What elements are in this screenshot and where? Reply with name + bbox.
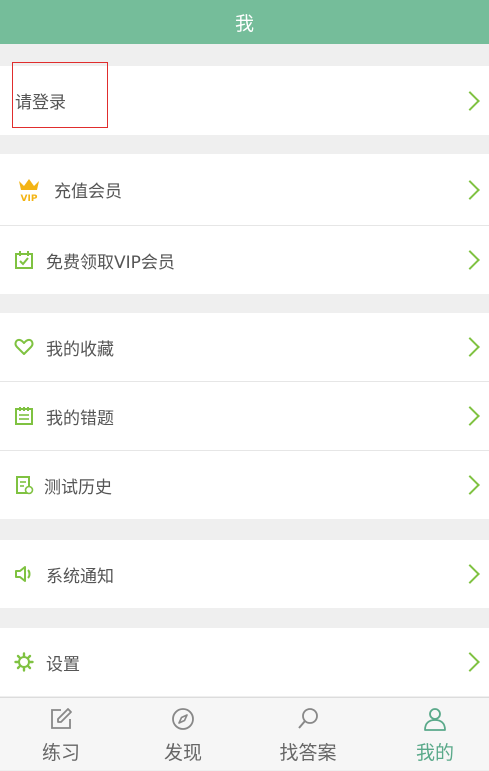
chevron-right-icon [460, 90, 480, 111]
notifications-row[interactable]: 系统通知 [0, 540, 489, 608]
compass-icon [172, 708, 194, 730]
chevron-right-icon [460, 406, 480, 426]
chevron-right-icon [460, 179, 480, 200]
tab-mine-label: 我的 [415, 742, 454, 764]
user-icon [424, 708, 446, 731]
vip-crown-icon: VIP [16, 177, 42, 204]
gear-icon [14, 652, 34, 672]
document-clock-icon [14, 475, 34, 495]
speaker-icon [14, 564, 34, 584]
bottom-tab-bar: 练习 发现 找答案 我的 [0, 697, 489, 770]
calendar-check-icon [14, 250, 34, 270]
tab-find-answer-label: 找答案 [279, 742, 337, 764]
notebook-icon [14, 406, 34, 426]
tab-discover-label: 发现 [163, 742, 202, 764]
chevron-right-icon [460, 564, 480, 584]
settings-row[interactable]: 设置 [0, 628, 489, 696]
tab-mine[interactable]: 我的 [374, 698, 489, 771]
favorites-label: 我的收藏 [46, 339, 114, 360]
mistakes-row[interactable]: 我的错题 [0, 382, 489, 450]
search-icon [298, 708, 318, 729]
chevron-right-icon [460, 475, 480, 495]
favorites-row[interactable]: 我的收藏 [0, 313, 489, 381]
chevron-right-icon [460, 337, 480, 357]
heart-icon [14, 337, 34, 357]
mistakes-label: 我的错题 [46, 408, 114, 429]
edit-icon [51, 708, 72, 729]
page-title: 我 [234, 12, 254, 35]
page-header: 我 [0, 0, 489, 44]
history-label: 测试历史 [44, 477, 112, 498]
tab-practice[interactable]: 练习 [0, 698, 122, 771]
recharge-vip-label: 充值会员 [54, 182, 122, 202]
chevron-right-icon [460, 250, 480, 270]
settings-label: 设置 [46, 654, 80, 675]
free-vip-row[interactable]: 免费领取VIP会员 [0, 226, 489, 294]
tab-practice-label: 练习 [41, 742, 80, 764]
svg-text:VIP: VIP [21, 194, 38, 203]
chevron-right-icon [460, 652, 480, 672]
free-vip-label: 免费领取VIP会员 [46, 252, 175, 273]
tab-find-answer[interactable]: 找答案 [247, 698, 369, 771]
notifications-label: 系统通知 [46, 566, 114, 587]
tab-discover[interactable]: 发现 [122, 698, 244, 771]
highlight-box [12, 62, 108, 128]
history-row[interactable]: 测试历史 [0, 451, 489, 519]
recharge-vip-row[interactable]: VIP 充值会员 [0, 154, 489, 225]
